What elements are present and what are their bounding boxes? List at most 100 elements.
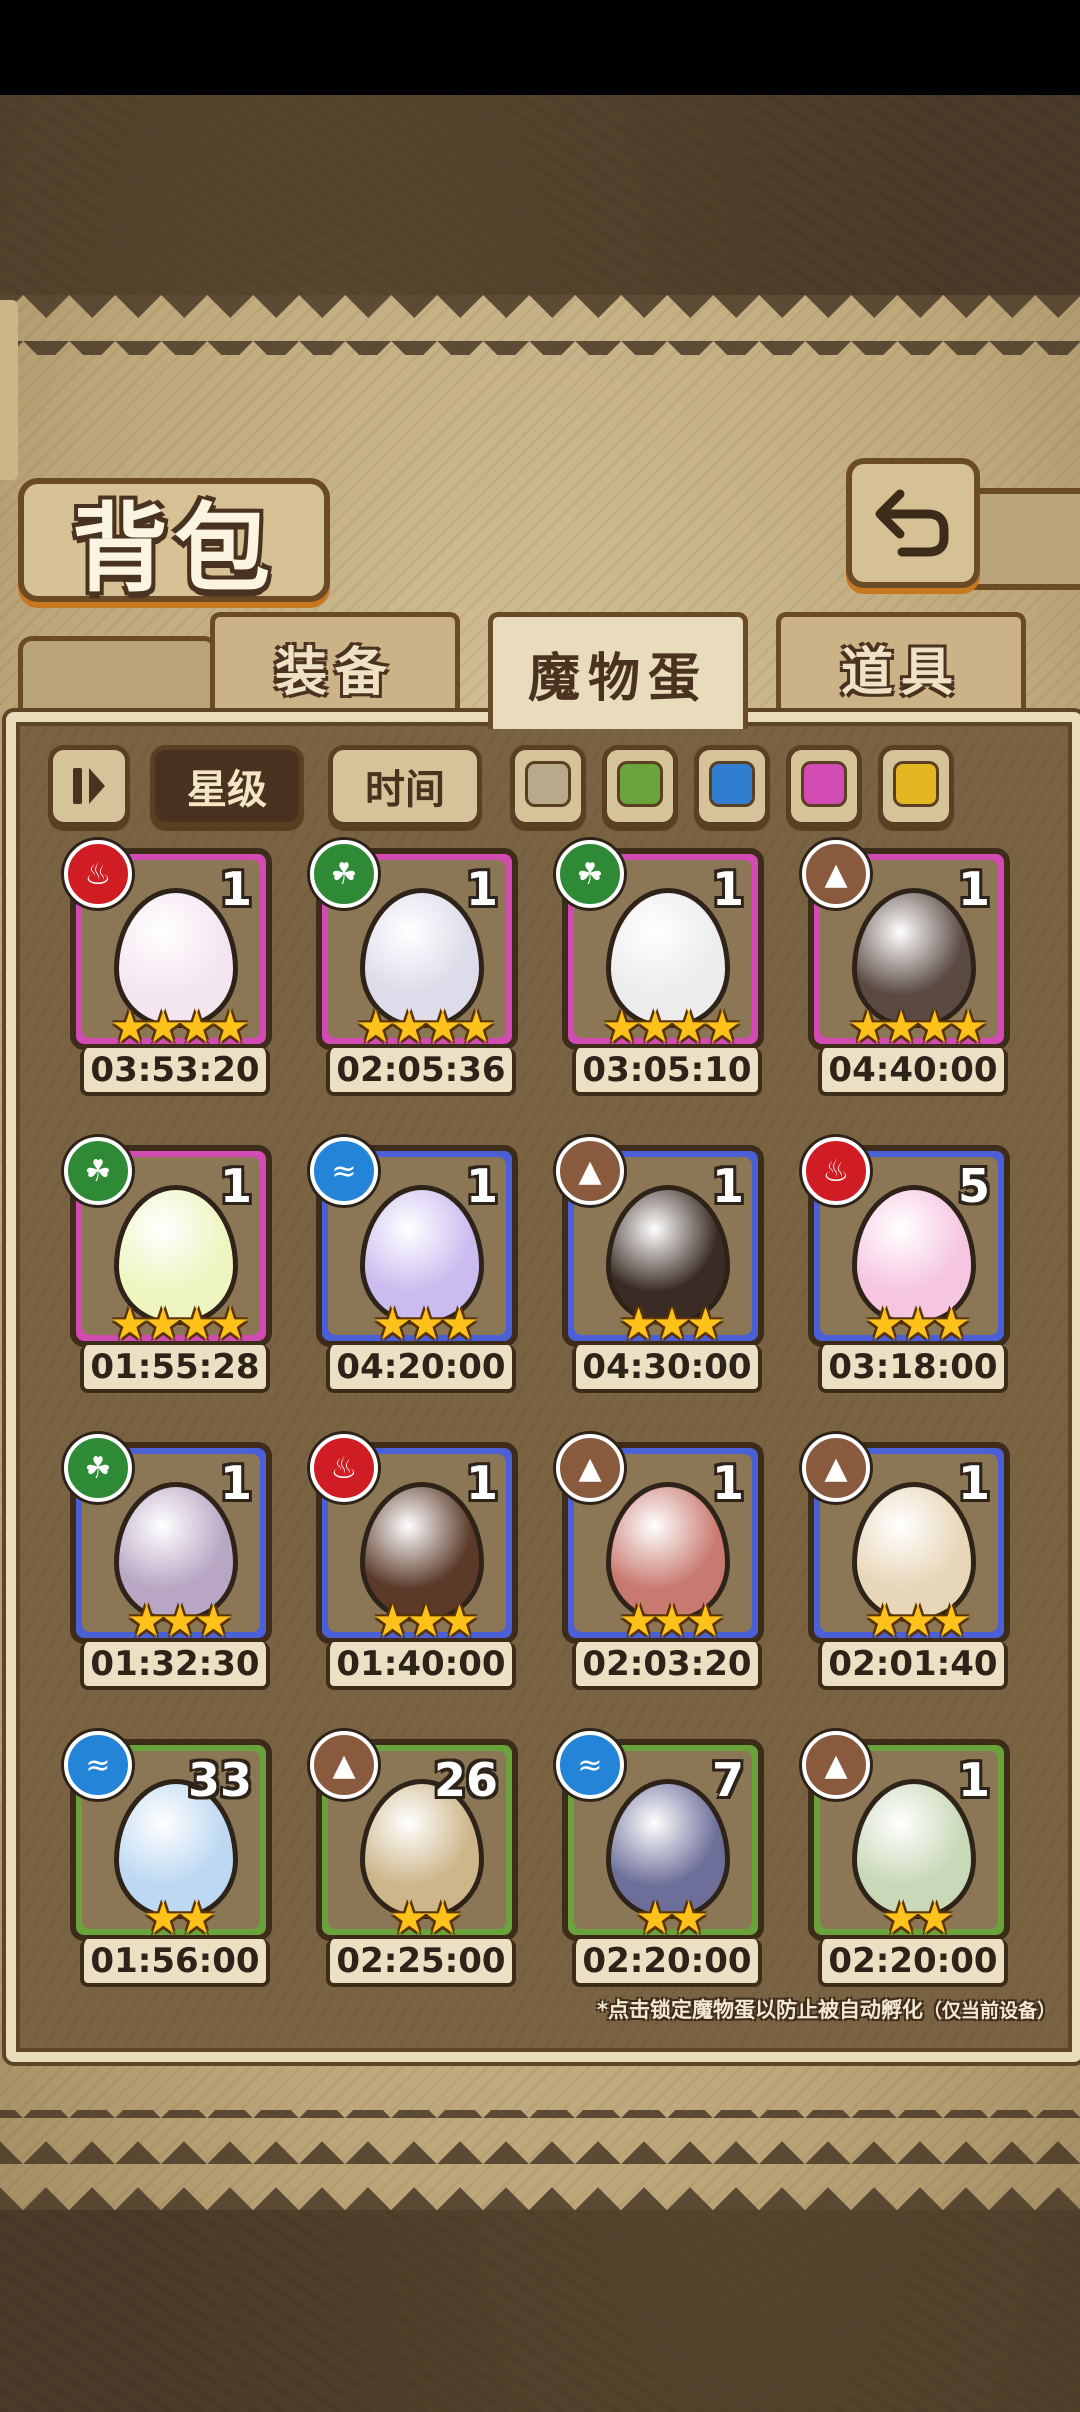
element-water-icon: ≈ [310, 1137, 378, 1205]
egg-count: 1 [957, 1753, 990, 1807]
sort-by-star-label: 星级 [187, 767, 267, 813]
egg-star-rating: ★★★★ [602, 1002, 742, 1050]
lock-hint-text: *点击锁定魔物蛋以防止被自动孵化 [597, 1998, 923, 2022]
egg-slot[interactable]: 1 ★★★ ☘ 01:32:30 [64, 1434, 272, 1694]
tab-monster-eggs[interactable]: 魔物蛋 [488, 612, 748, 729]
egg-slot[interactable]: 1 ★★★★ ♨ 03:53:20 [64, 840, 272, 1100]
egg-count: 5 [957, 1159, 990, 1213]
egg-star-rating: ★★ [389, 1893, 463, 1941]
torn-edge-bottom [0, 2110, 1080, 2210]
tab-items-label: 道具 [840, 642, 961, 703]
hatch-timer: 02:20:00 [818, 1939, 1008, 1987]
return-arrow-icon [875, 489, 949, 557]
element-water-icon: ≈ [556, 1731, 624, 1799]
egg-count: 1 [465, 1456, 498, 1510]
back-button[interactable] [846, 458, 980, 588]
element-earth-icon: ▲ [556, 1434, 624, 1502]
egg-count: 1 [957, 1456, 990, 1510]
element-earth-icon: ▲ [310, 1731, 378, 1799]
tab-strip-left [18, 636, 218, 719]
egg-star-rating: ★★ [635, 1893, 709, 1941]
egg-star-rating: ★★★★ [356, 1002, 496, 1050]
sort-by-time-label: 时间 [365, 767, 445, 813]
egg-star-rating: ★★ [881, 1893, 955, 1941]
egg-slot[interactable]: 1 ★★★★ ▲ 04:40:00 [802, 840, 1010, 1100]
page-title-plate: 背包 [18, 478, 330, 605]
hatch-timer: 04:20:00 [326, 1345, 516, 1393]
sort-by-star-button[interactable]: 星级 [150, 745, 304, 827]
hatch-timer: 02:20:00 [572, 1939, 762, 1987]
hatch-timer: 01:32:30 [80, 1642, 270, 1690]
egg-star-rating: ★★★ [864, 1596, 971, 1644]
egg-slot[interactable]: 1 ★★★ ▲ 02:03:20 [556, 1434, 764, 1694]
tab-equipment-label: 装备 [274, 642, 395, 703]
egg-slot[interactable]: 1 ★★★ ▲ 04:30:00 [556, 1137, 764, 1397]
egg-count: 1 [711, 1159, 744, 1213]
egg-slot[interactable]: 1 ★★★★ ☘ 01:55:28 [64, 1137, 272, 1397]
filter-grade-green[interactable] [602, 745, 678, 827]
element-leaf-icon: ☘ [64, 1434, 132, 1502]
hatch-timer: 02:03:20 [572, 1642, 762, 1690]
filter-grade-pink[interactable] [786, 745, 862, 827]
egg-slot[interactable]: 33 ★★ ≈01:56:00 [64, 1731, 272, 1991]
egg-slot[interactable]: 1 ★★★ ≈04:20:00 [310, 1137, 518, 1397]
hatch-timer: 02:01:40 [818, 1642, 1008, 1690]
sort-by-time-button[interactable]: 时间 [328, 745, 482, 827]
back-button-rail [972, 488, 1080, 590]
swatch-green-icon [617, 761, 663, 807]
egg-count: 1 [465, 1159, 498, 1213]
tab-items[interactable]: 道具 [776, 612, 1026, 717]
hatch-timer: 03:53:20 [80, 1048, 270, 1096]
egg-star-rating: ★★ [143, 1893, 217, 1941]
element-leaf-icon: ☘ [310, 840, 378, 908]
egg-star-rating: ★★★ [618, 1299, 725, 1347]
element-fire-icon: ♨ [802, 1137, 870, 1205]
hatch-timer: 01:40:00 [326, 1642, 516, 1690]
page-title: 背包 [72, 491, 276, 605]
egg-star-rating: ★★★ [618, 1596, 725, 1644]
hatch-timer: 04:40:00 [818, 1048, 1008, 1096]
egg-slot[interactable]: 1 ★★★ ♨ 01:40:00 [310, 1434, 518, 1694]
side-handle[interactable] [0, 300, 18, 480]
egg-count: 1 [465, 862, 498, 916]
element-leaf-icon: ☘ [556, 840, 624, 908]
egg-star-rating: ★★★ [372, 1596, 479, 1644]
tab-equipment[interactable]: 装备 [210, 612, 460, 717]
egg-slot[interactable]: 5 ★★★ ♨ 03:18:00 [802, 1137, 1010, 1397]
hatch-timer: 03:18:00 [818, 1345, 1008, 1393]
hatch-timer: 02:05:36 [326, 1048, 516, 1096]
egg-count: 1 [219, 1159, 252, 1213]
sort-direction-icon [73, 768, 105, 804]
egg-star-rating: ★★★★ [848, 1002, 988, 1050]
egg-count: 1 [219, 1456, 252, 1510]
egg-slot[interactable]: 1 ★★★★ ☘ 03:05:10 [556, 840, 764, 1100]
element-leaf-icon: ☘ [64, 1137, 132, 1205]
egg-slot[interactable]: 1 ★★★ ▲ 02:01:40 [802, 1434, 1010, 1694]
egg-star-rating: ★★★ [126, 1596, 233, 1644]
element-fire-icon: ♨ [64, 840, 132, 908]
filter-grade-gold[interactable] [878, 745, 954, 827]
sort-order-toggle[interactable] [48, 745, 130, 827]
status-bar [0, 0, 1080, 95]
egg-star-rating: ★★★ [372, 1299, 479, 1347]
filter-grade-blue[interactable] [694, 745, 770, 827]
egg-slot[interactable]: 26 ★★ ▲ 02:25:00 [310, 1731, 518, 1991]
element-earth-icon: ▲ [556, 1137, 624, 1205]
torn-edge-top [0, 295, 1080, 355]
swatch-pink-icon [801, 761, 847, 807]
filter-grade-gray[interactable] [510, 745, 586, 827]
hatch-timer: 01:56:00 [80, 1939, 270, 1987]
swatch-gray-icon [525, 761, 571, 807]
egg-count: 1 [711, 862, 744, 916]
egg-slot[interactable]: 7 ★★ ≈02:20:00 [556, 1731, 764, 1991]
swatch-gold-icon [893, 761, 939, 807]
hatch-timer: 04:30:00 [572, 1345, 762, 1393]
egg-count: 26 [433, 1753, 498, 1807]
egg-slot[interactable]: 1 ★★ ▲ 02:20:00 [802, 1731, 1010, 1991]
egg-count: 1 [957, 862, 990, 916]
hatch-timer: 01:55:28 [80, 1345, 270, 1393]
egg-count: 1 [219, 862, 252, 916]
element-fire-icon: ♨ [310, 1434, 378, 1502]
egg-slot[interactable]: 1 ★★★★ ☘ 02:05:36 [310, 840, 518, 1100]
egg-star-rating: ★★★★ [110, 1299, 250, 1347]
